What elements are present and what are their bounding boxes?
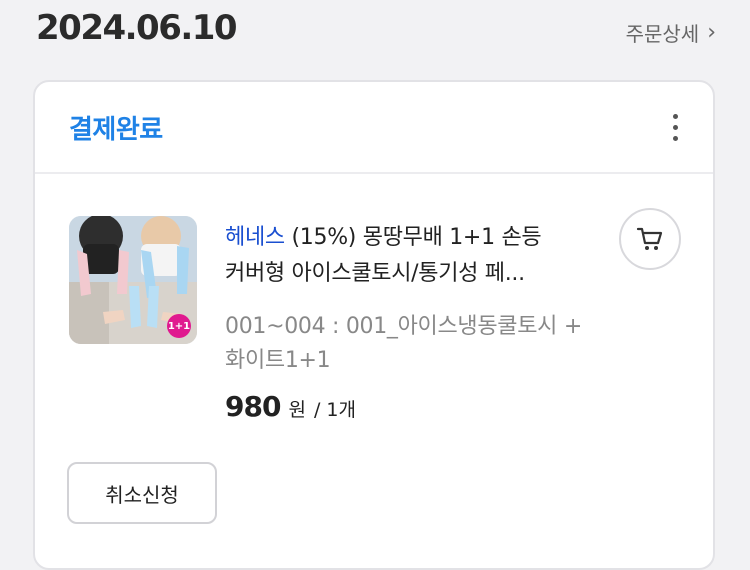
product-quantity: / 1개 [313,399,356,421]
product-price: 980 [225,390,281,423]
product-brand: 헤네스 [225,225,285,250]
order-detail-label: 주문상세 [625,22,700,46]
cart-icon [636,227,663,250]
product-title-line1: (15%) 몽땅무배 1+1 손등 [284,225,542,250]
product-thumbnail[interactable]: 1+1 [69,216,197,344]
more-vertical-icon[interactable] [663,113,687,141]
chevron-right-icon: › [707,20,716,45]
order-card: 결제완료 1+1 헤네스 (15%) 몽땅무배 1+1 손등 커버형 아이스쿨토… [33,80,715,570]
cancel-request-button[interactable]: 취소신청 [67,462,217,524]
product-title-line2: 커버형 아이스쿨토시/통기성 페... [225,261,525,286]
add-to-cart-button[interactable] [619,208,681,270]
card-header: 결제완료 [35,82,713,174]
order-detail-link[interactable]: 주문상세 › [626,18,716,47]
promo-badge: 1+1 [167,314,191,338]
payment-status: 결제완료 [69,114,163,145]
product-title[interactable]: 헤네스 (15%) 몽땅무배 1+1 손등 커버형 아이스쿨토시/통기성 페..… [225,220,605,292]
order-date: 2024.06.10 [36,8,238,48]
price-currency: 원 [288,399,306,421]
price-row: 980 원 / 1개 [225,390,356,423]
product-option: 001~004 : 001_아이스냉동쿨토시 + 화이트1+1 [225,314,582,373]
